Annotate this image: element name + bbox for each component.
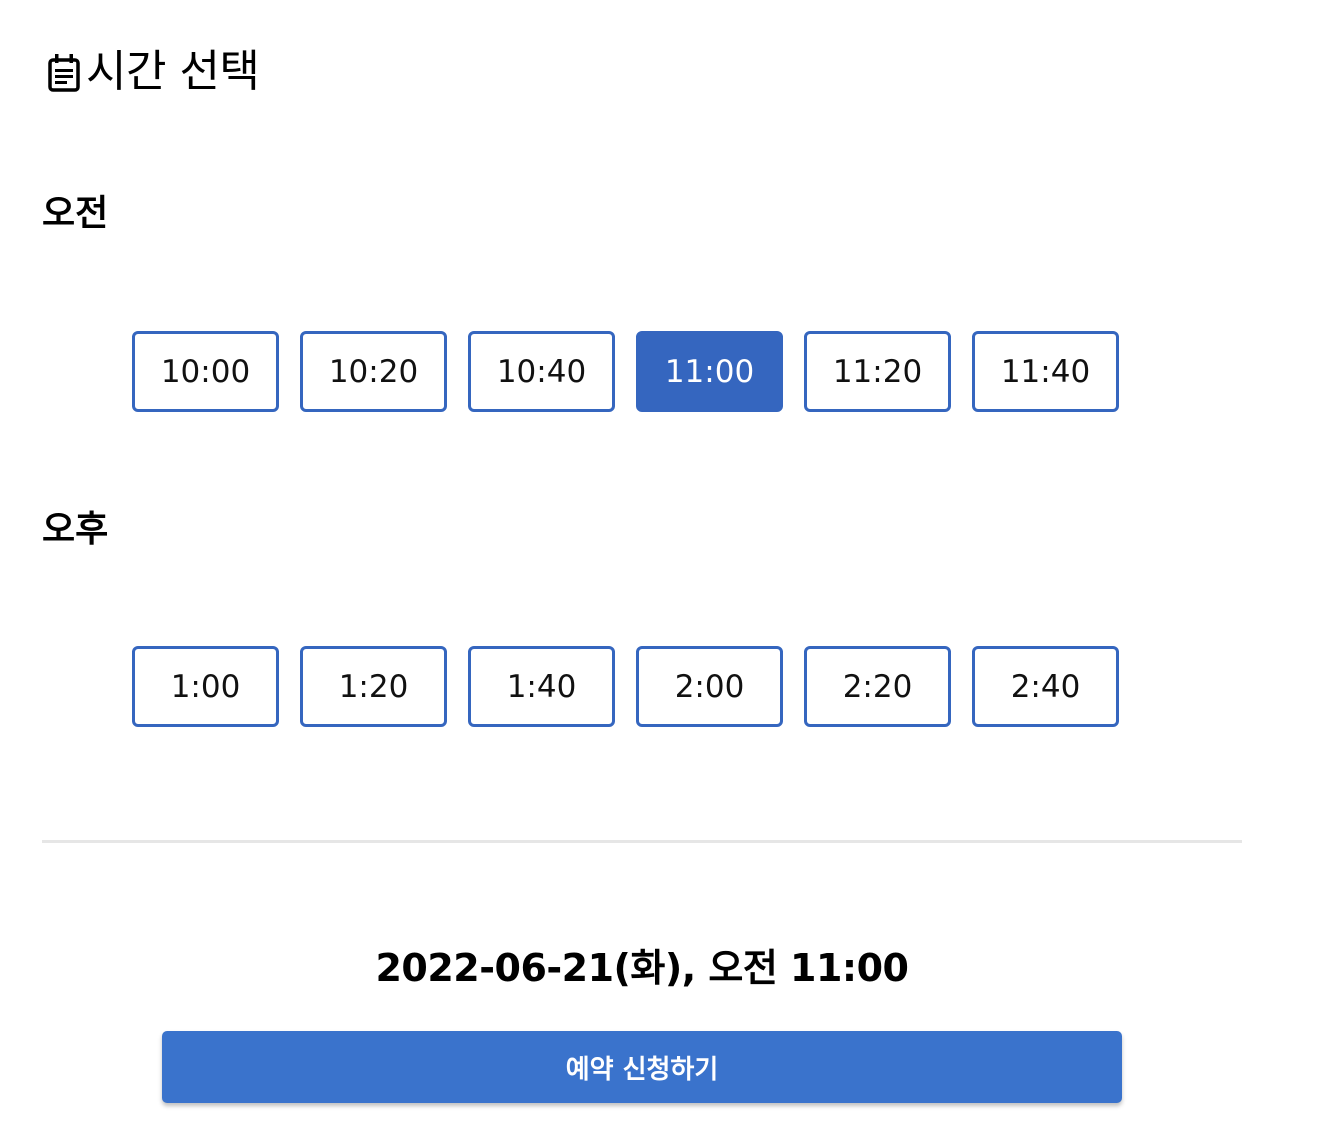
time-selection-page: 시간 선택 오전 10:00 10:20 10:40 11:00 11:20 1… xyxy=(0,0,1336,1140)
page-header: 시간 선택 xyxy=(46,42,260,102)
submit-reservation-button[interactable]: 예약 신청하기 xyxy=(162,1031,1122,1103)
page-title: 시간 선택 xyxy=(86,46,260,97)
am-slot-list: 10:00 10:20 10:40 11:00 11:20 11:40 xyxy=(132,331,1119,412)
time-slot-button[interactable]: 11:00 xyxy=(636,331,783,412)
time-slot-button[interactable]: 1:00 xyxy=(132,646,279,727)
time-slot-button[interactable]: 10:00 xyxy=(132,331,279,412)
time-slot-button[interactable]: 2:00 xyxy=(636,646,783,727)
time-slot-button[interactable]: 11:20 xyxy=(804,331,951,412)
pm-slot-list: 1:00 1:20 1:40 2:00 2:20 2:40 xyxy=(132,646,1119,727)
am-section-label: 오전 xyxy=(42,193,109,234)
calendar-icon xyxy=(46,50,82,94)
section-divider xyxy=(42,840,1242,843)
pm-section-label: 오후 xyxy=(42,509,109,550)
time-slot-button[interactable]: 10:20 xyxy=(300,331,447,412)
time-slot-button[interactable]: 11:40 xyxy=(972,331,1119,412)
time-slot-button[interactable]: 10:40 xyxy=(468,331,615,412)
time-slot-button[interactable]: 2:40 xyxy=(972,646,1119,727)
time-slot-button[interactable]: 2:20 xyxy=(804,646,951,727)
time-slot-button[interactable]: 1:40 xyxy=(468,646,615,727)
selected-datetime-summary: 2022-06-21(화), 오전 11:00 xyxy=(375,946,909,990)
time-slot-button[interactable]: 1:20 xyxy=(300,646,447,727)
